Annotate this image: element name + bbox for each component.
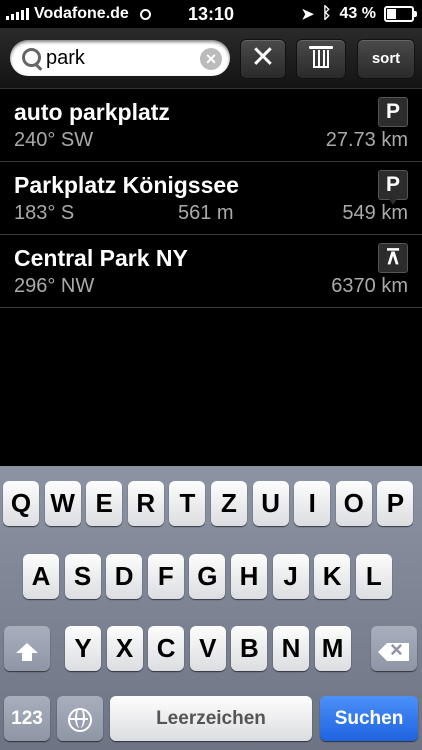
- results-list: auto parkplatz 240° SW 27.73 km P Parkpl…: [0, 89, 422, 308]
- key-j[interactable]: J: [272, 554, 309, 599]
- key-u[interactable]: U: [252, 481, 289, 526]
- place-walk-distance: 561 m: [178, 202, 234, 224]
- key-p[interactable]: P: [377, 481, 414, 526]
- place-distance: 549 km: [342, 202, 408, 224]
- delete-button[interactable]: [296, 39, 346, 79]
- search-icon: [22, 48, 41, 67]
- backspace-icon: [378, 630, 409, 670]
- key-i[interactable]: I: [294, 481, 331, 526]
- list-item[interactable]: Parkplatz Königssee 183° S 561 m 549 km …: [0, 162, 422, 235]
- picnic-table-icon: ⊼: [378, 243, 408, 273]
- search-toolbar: × ✕ sort: [0, 28, 422, 89]
- numbers-key[interactable]: 123: [4, 696, 50, 741]
- key-b[interactable]: B: [231, 626, 268, 671]
- sort-button[interactable]: sort: [357, 39, 415, 79]
- key-x[interactable]: X: [106, 626, 143, 671]
- search-field[interactable]: ×: [10, 40, 230, 76]
- battery-icon: [384, 6, 417, 22]
- backspace-key[interactable]: [371, 626, 417, 671]
- key-f[interactable]: F: [147, 554, 184, 599]
- globe-key[interactable]: [57, 696, 103, 741]
- list-item[interactable]: auto parkplatz 240° SW 27.73 km P: [0, 89, 422, 162]
- clear-search-button[interactable]: ×: [200, 48, 222, 70]
- key-s[interactable]: S: [64, 554, 101, 599]
- search-input[interactable]: [46, 46, 196, 70]
- key-n[interactable]: N: [273, 626, 309, 671]
- place-bearing: 183° S: [14, 202, 75, 224]
- status-bar: Vodafone.de 13:10 ➤ ᛒ 43 %: [0, 0, 422, 28]
- key-y[interactable]: Y: [65, 626, 101, 671]
- space-key[interactable]: Leerzeichen: [110, 696, 312, 741]
- key-e[interactable]: E: [86, 481, 123, 526]
- key-a[interactable]: A: [23, 554, 59, 599]
- bluetooth-icon: ᛒ: [321, 5, 332, 22]
- trash-icon: [313, 50, 329, 68]
- globe-icon: [68, 708, 92, 732]
- key-r[interactable]: R: [127, 481, 164, 526]
- place-distance: 6370 km: [331, 275, 408, 297]
- place-bearing: 240° SW: [14, 129, 94, 151]
- key-h[interactable]: H: [231, 554, 267, 599]
- key-g[interactable]: G: [189, 554, 226, 599]
- battery-level: [387, 9, 397, 19]
- key-k[interactable]: K: [314, 554, 351, 599]
- key-l[interactable]: L: [355, 554, 392, 599]
- key-m[interactable]: M: [314, 626, 351, 671]
- place-name: auto parkplatz: [14, 99, 170, 125]
- key-c[interactable]: C: [148, 626, 185, 671]
- parking-icon: P: [378, 97, 408, 127]
- key-o[interactable]: O: [335, 481, 372, 526]
- search-key[interactable]: Suchen: [320, 696, 418, 741]
- place-bearing: 296° NW: [14, 275, 95, 297]
- key-w[interactable]: W: [44, 481, 81, 526]
- battery-percent: 43 %: [339, 5, 376, 22]
- shift-icon: [16, 643, 38, 661]
- key-q[interactable]: Q: [3, 481, 39, 526]
- place-name: Parkplatz Königssee: [14, 172, 239, 198]
- key-v[interactable]: V: [189, 626, 226, 671]
- key-t[interactable]: T: [169, 481, 206, 526]
- keyboard: QWERTZUIOP ASDFGHJKL YXCVBNM 123 Leerzei…: [0, 466, 422, 750]
- shift-key[interactable]: [4, 626, 50, 671]
- close-button[interactable]: ✕: [240, 39, 286, 79]
- location-arrow-icon: ➤: [301, 6, 314, 23]
- key-z[interactable]: Z: [211, 481, 247, 526]
- place-distance: 27.73 km: [325, 129, 408, 151]
- place-name: Central Park NY: [14, 245, 188, 271]
- parking-icon: P: [378, 170, 408, 205]
- key-d[interactable]: D: [106, 554, 143, 599]
- list-item[interactable]: Central Park NY 296° NW 6370 km ⊼: [0, 235, 422, 308]
- trash-lid: [309, 46, 333, 49]
